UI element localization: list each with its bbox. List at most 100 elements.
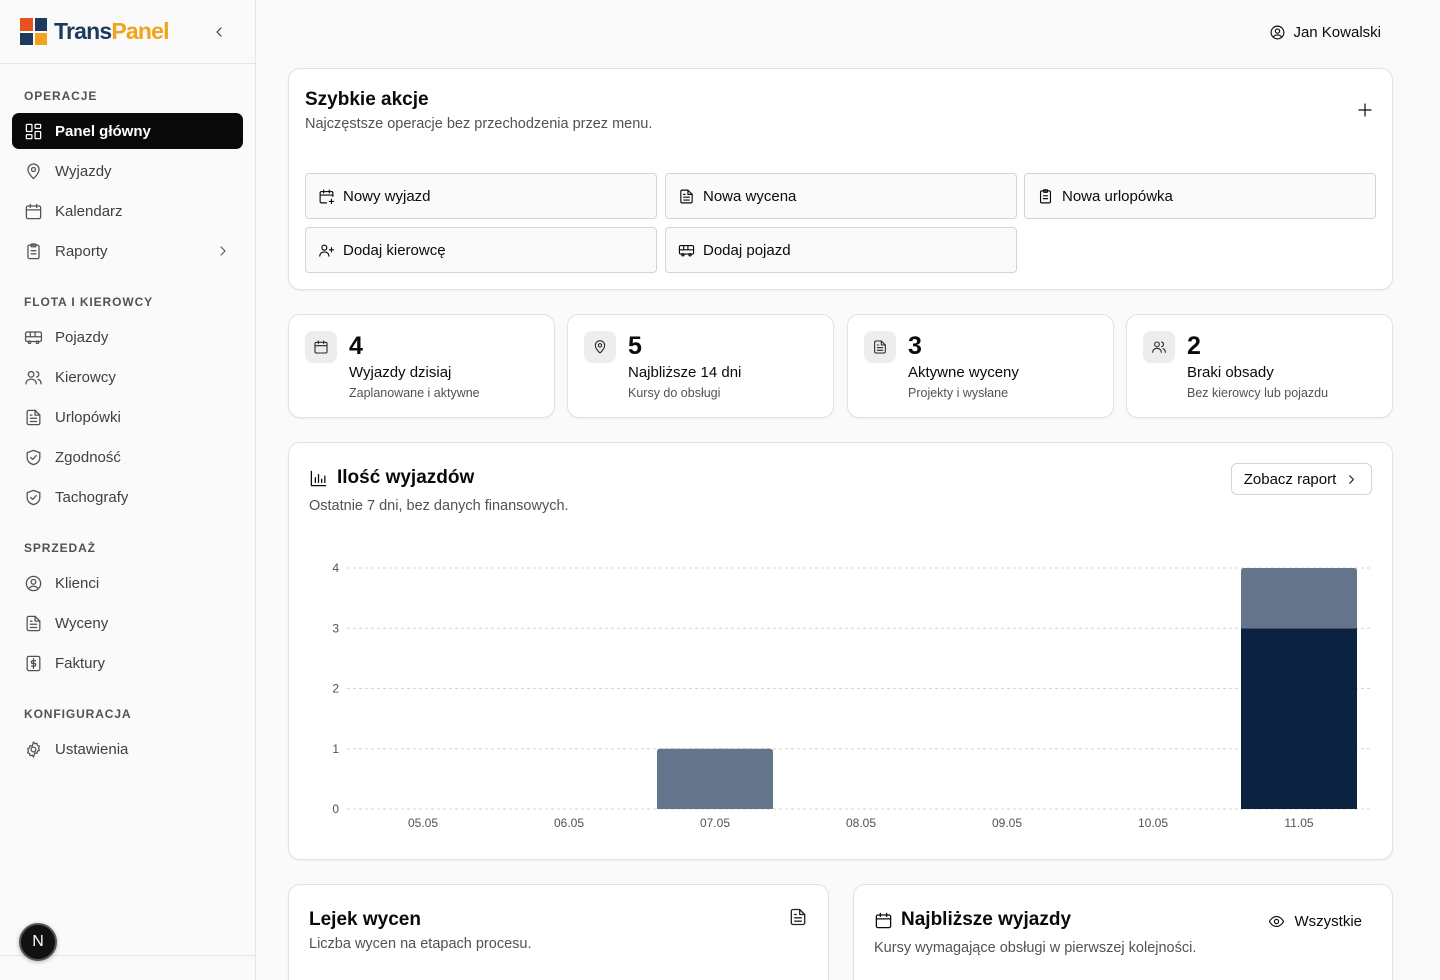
nav-section-konfiguracja: KONFIGURACJA Ustawienia [0,707,255,767]
y-tick-label: 4 [332,561,339,575]
sidebar-item-kalendarz[interactable]: Kalendarz [12,193,243,229]
x-tick-label: 08.05 [846,816,876,830]
sidebar-item-pojazdy[interactable]: Pojazdy [12,319,243,355]
add-vehicle-button[interactable]: Dodaj pojazd [665,227,1017,273]
sidebar-item-panel-glowny[interactable]: Panel główny [12,113,243,149]
y-tick-label: 3 [332,621,339,635]
file-text-icon[interactable] [788,907,808,927]
invoice-dollar-icon [24,654,43,673]
sidebar-item-raporty[interactable]: Raporty [12,233,243,269]
y-tick-label: 0 [332,802,339,816]
clipboard-icon [24,242,43,261]
stat-card-staffing-gaps[interactable]: 2 Braki obsady Bez kierowcy lub pojazdu [1126,314,1393,418]
x-tick-label: 10.05 [1138,816,1168,830]
upcoming-trips-subtitle: Kursy wymagające obsługi w pierwszej kol… [874,940,1197,956]
add-quick-action-plus-icon[interactable] [1356,101,1374,119]
user-circle-icon [24,574,43,593]
stat-card-active-quotes[interactable]: 3 Aktywne wyceny Projekty i wysłane [847,314,1114,418]
new-trip-button[interactable]: Nowy wyjazd [305,173,657,219]
users-icon [24,368,43,387]
sidebar-item-zgodnosc[interactable]: Zgodność [12,439,243,475]
user-name: Jan Kowalski [1293,23,1381,41]
sidebar-item-label: Wyceny [55,614,109,632]
file-text-icon [24,408,43,427]
calendar-icon [874,911,893,930]
new-leave-form-button[interactable]: Nowa urlopówka [1024,173,1376,219]
stat-card-trips-today[interactable]: 4 Wyjazdy dzisiaj Zaplanowane i aktywne [288,314,555,418]
brand-name[interactable]: TransPanel [54,18,170,45]
file-text-icon [678,188,695,205]
sidebar-item-kierowcy[interactable]: Kierowcy [12,359,243,395]
button-label: Dodaj pojazd [703,241,791,259]
map-pin-icon [24,162,43,181]
sidebar-item-label: Klienci [55,574,100,592]
top-bar: Jan Kowalski [256,0,1440,64]
sidebar-item-tachografy[interactable]: Tachografy [12,479,243,515]
stat-description: Kursy do obsługi [628,386,721,400]
quick-actions-card: Szybkie akcje Najczęstsze operacje bez p… [288,68,1393,290]
stat-label: Wyjazdy dzisiaj [349,364,452,381]
sidebar-item-klienci[interactable]: Klienci [12,565,243,601]
nav-section-operacje: OPERACJE Panel główny Wyjazdy Kalendarz … [0,89,255,269]
bus-icon [24,328,43,347]
shield-check-icon [24,448,43,467]
upcoming-trips-header: Najbliższe wyjazdy [874,909,1071,931]
eye-icon [1268,913,1285,930]
bar-chart-icon [309,469,328,488]
scrollbar-track[interactable] [1426,64,1440,980]
stat-label: Najbliższe 14 dni [628,364,742,381]
quote-funnel-title: Lejek wycen [309,909,421,930]
bar [1241,568,1357,629]
view-all-trips-button[interactable]: Wszystkie [1268,913,1362,930]
sidebar-item-urlopowki[interactable]: Urlopówki [12,399,243,435]
nav-section-flota: FLOTA I KIEROWCY Pojazdy Kierowcy Urlopó… [0,295,255,515]
view-report-button[interactable]: Zobacz raport [1231,463,1372,495]
sidebar-item-label: Faktury [55,654,106,672]
sidebar-item-wyceny[interactable]: Wyceny [12,605,243,641]
quick-actions-subtitle: Najczęstsze operacje bez przechodzenia p… [305,116,653,132]
stat-value: 3 [908,332,922,360]
shield-check-icon [24,488,43,507]
stat-label: Braki obsady [1187,364,1274,381]
sidebar-item-ustawienia[interactable]: Ustawienia [12,731,243,767]
stat-description: Bez kierowcy lub pojazdu [1187,386,1329,400]
button-label: Nowy wyjazd [343,187,431,205]
quote-funnel-subtitle: Liczba wycen na etapach procesu. [309,936,532,952]
dev-tools-badge[interactable]: N [19,923,57,961]
user-menu[interactable]: Jan Kowalski [1269,24,1381,41]
x-tick-label: 06.05 [554,816,584,830]
trips-chart-subtitle: Ostatnie 7 dni, bez danych finansowych. [309,498,569,514]
chevron-right-icon [1344,472,1359,487]
calendar-icon [24,202,43,221]
collapse-sidebar-chevron-left-icon[interactable] [211,24,227,40]
nav-section-title: FLOTA I KIEROWCY [24,295,154,309]
add-driver-button[interactable]: Dodaj kierowcę [305,227,657,273]
new-quote-button[interactable]: Nowa wycena [665,173,1017,219]
nav-section-title: KONFIGURACJA [24,707,132,721]
quote-funnel-card: Lejek wycen Liczba wycen na etapach proc… [288,884,829,980]
stat-value: 2 [1187,332,1201,360]
brand-logo-icon[interactable] [20,18,47,45]
x-tick-label: 11.05 [1284,816,1313,830]
sidebar-item-label: Kierowcy [55,368,116,386]
file-text-icon [864,331,896,363]
map-pin-icon [584,331,616,363]
button-label: Nowa urlopówka [1062,187,1173,205]
calendar-plus-icon [318,188,335,205]
button-label: Dodaj kierowcę [343,241,446,259]
x-tick-label: 05.05 [408,816,438,830]
y-tick-label: 1 [332,742,339,756]
sidebar-item-label: Zgodność [55,448,121,466]
button-label: Nowa wycena [703,187,797,205]
user-plus-icon [318,242,335,259]
y-tick-label: 2 [332,682,339,696]
sidebar-item-label: Kalendarz [55,202,123,220]
x-tick-label: 09.05 [992,816,1022,830]
stat-label: Aktywne wyceny [908,364,1019,381]
sidebar-item-faktury[interactable]: Faktury [12,645,243,681]
trips-chart-header: Ilość wyjazdów [309,467,474,489]
brand-header: TransPanel [0,0,255,64]
stat-card-next-14-days[interactable]: 5 Najbliższe 14 dni Kursy do obsługi [567,314,834,418]
sidebar-item-wyjazdy[interactable]: Wyjazdy [12,153,243,189]
dashboard-icon [24,122,43,141]
